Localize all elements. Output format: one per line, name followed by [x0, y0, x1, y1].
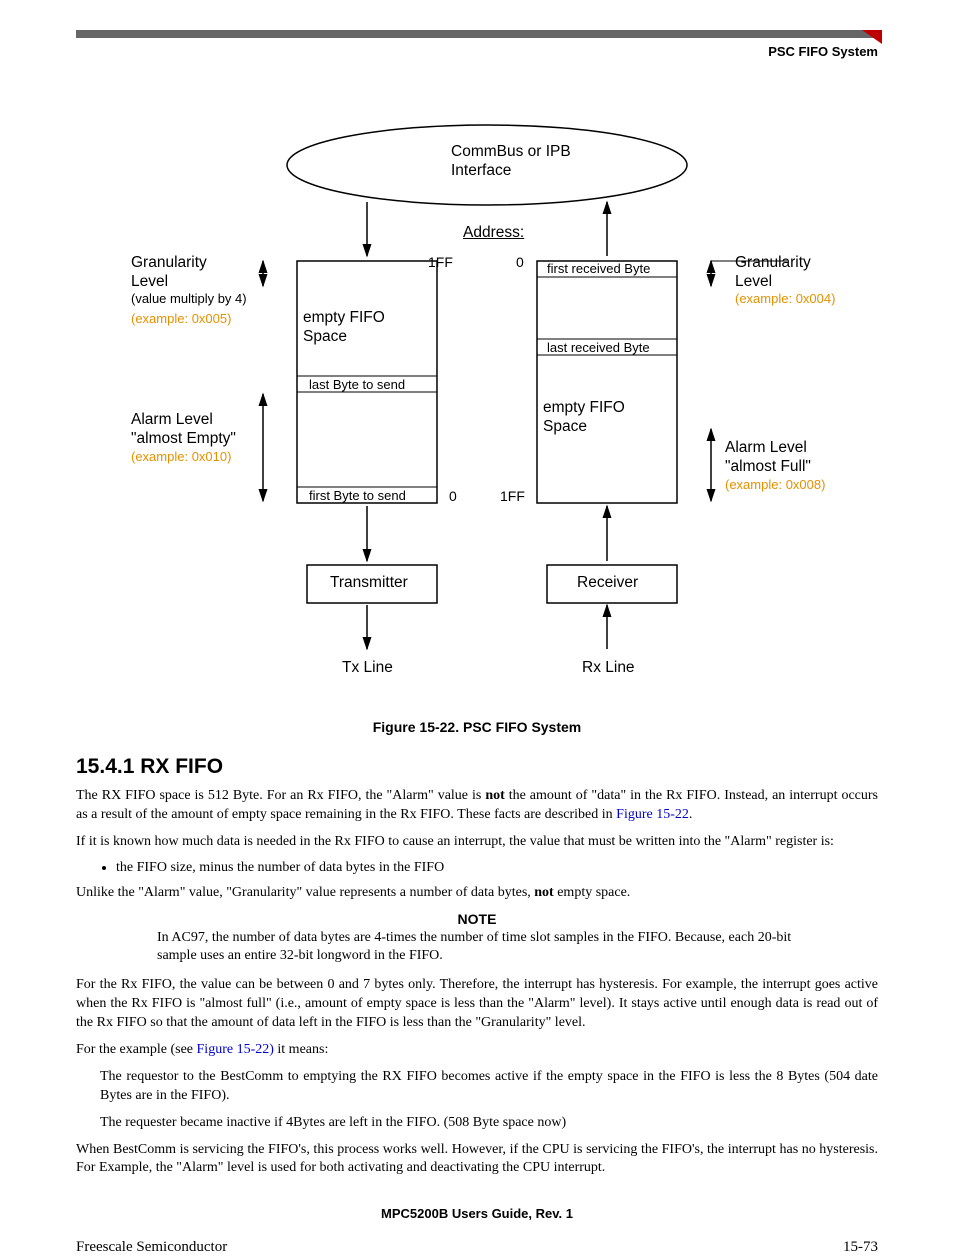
- section-heading: 15.4.1 RX FIFO: [76, 755, 878, 779]
- li1: the FIFO size, minus the number of data …: [116, 860, 878, 876]
- p1-a: The RX FIFO space is 512 Byte. For an Rx…: [76, 788, 485, 803]
- note-heading: NOTE: [76, 911, 878, 927]
- p4: For the Rx FIFO, the value can be betwee…: [76, 976, 878, 1033]
- p3-a: Unlike the "Alarm" value, "Granularity" …: [76, 885, 534, 900]
- empty-fifo-left: empty FIFO Space: [303, 309, 413, 346]
- gran-left-mult: (value multiply by 4): [131, 291, 247, 307]
- first-recv-byte: first received Byte: [547, 261, 650, 277]
- header-bar: [76, 30, 878, 38]
- addr-1ff-top: 1FF: [428, 254, 453, 271]
- interface-label: CommBus or IPB Interface: [451, 143, 571, 180]
- gran-left-title: Granularity Level: [131, 254, 231, 291]
- section-header: PSC FIFO System: [76, 44, 878, 59]
- last-byte-send: last Byte to send: [309, 377, 405, 393]
- receiver-box: Receiver: [577, 574, 638, 593]
- fifo-diagram: CommBus or IPB Interface Address: 1FF 0 …: [117, 119, 837, 709]
- p6: When BestComm is servicing the FIFO's, t…: [76, 1141, 878, 1179]
- footer-vendor: Freescale Semiconductor: [76, 1239, 227, 1256]
- footer-page-num: 15-73: [843, 1239, 878, 1256]
- address-label: Address:: [463, 224, 524, 243]
- p5-b: it means:: [274, 1042, 328, 1057]
- p3-not: not: [534, 885, 553, 900]
- p1-c: .: [689, 807, 693, 822]
- indent-2: The requester became inactive if 4Bytes …: [100, 1114, 878, 1133]
- addr-0-bot: 0: [449, 488, 457, 505]
- page: PSC FIFO System: [0, 0, 954, 1235]
- alarm-left-title: Alarm Level "almost Empty": [131, 411, 261, 448]
- fig-link-2[interactable]: Figure 15-22): [197, 1042, 274, 1057]
- gran-right-title: Granularity Level: [735, 254, 835, 291]
- addr-1ff-bot: 1FF: [500, 488, 525, 505]
- rx-line-label: Rx Line: [582, 659, 635, 678]
- p5-a: For the example (see: [76, 1042, 197, 1057]
- tx-line-label: Tx Line: [342, 659, 393, 678]
- figure-caption: Figure 15-22. PSC FIFO System: [76, 719, 878, 735]
- alarm-left-example: (example: 0x010): [131, 449, 231, 465]
- indent-1: The requestor to the BestComm to emptyin…: [100, 1068, 878, 1106]
- p3-b: empty space.: [554, 885, 631, 900]
- first-byte-send: first Byte to send: [309, 488, 406, 504]
- footer-row: Freescale Semiconductor 15-73: [76, 1239, 878, 1256]
- footer-doc-id: MPC5200B Users Guide, Rev. 1: [76, 1206, 878, 1221]
- gran-right-example: (example: 0x004): [735, 291, 835, 307]
- empty-fifo-right: empty FIFO Space: [543, 399, 653, 436]
- fig-link-1[interactable]: Figure 15-22: [616, 807, 689, 822]
- alarm-right-title: Alarm Level "almost Full": [725, 439, 845, 476]
- p2: If it is known how much data is needed i…: [76, 833, 878, 852]
- p1-not: not: [485, 788, 504, 803]
- gran-left-example: (example: 0x005): [131, 311, 231, 327]
- transmitter-box: Transmitter: [330, 574, 408, 593]
- addr-0-top: 0: [516, 254, 524, 271]
- note-body: In AC97, the number of data bytes are 4-…: [157, 929, 797, 967]
- body-text: The RX FIFO space is 512 Byte. For an Rx…: [76, 787, 878, 1178]
- last-recv-byte: last received Byte: [547, 340, 650, 356]
- alarm-right-example: (example: 0x008): [725, 477, 825, 493]
